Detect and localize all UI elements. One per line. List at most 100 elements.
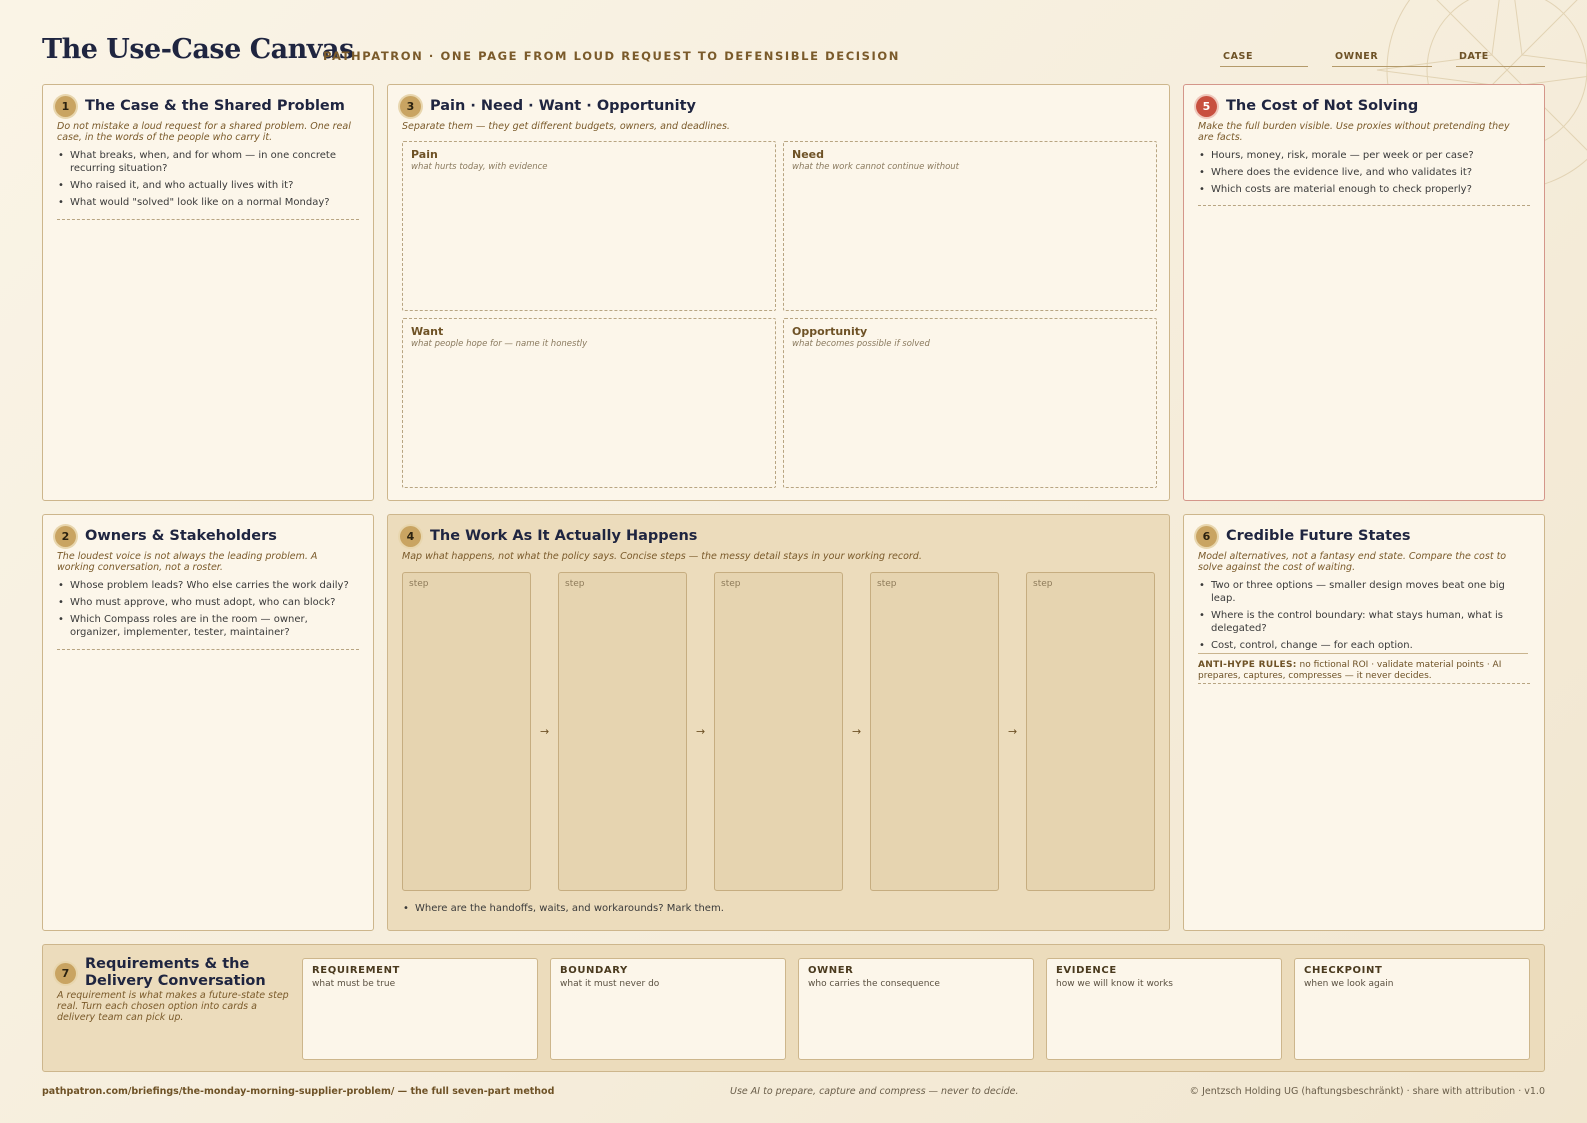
arrow-right-icon: → <box>540 725 550 738</box>
card-requirement[interactable]: REQUIREMENT what must be true <box>302 958 538 1060</box>
section-title: Credible Future States <box>1226 528 1411 545</box>
divider <box>1198 205 1530 206</box>
process-step-1[interactable]: step <box>402 572 531 891</box>
section-title: Requirements & the Delivery Conversation <box>85 956 266 989</box>
quadrant-pain[interactable]: Pain what hurts today, with evidence <box>402 141 776 311</box>
page-subtitle: PATHPATRON · ONE PAGE FROM LOUD REQUEST … <box>323 49 901 63</box>
process-step-3[interactable]: step <box>714 572 843 891</box>
section-number-badge: 1 <box>55 96 76 117</box>
card-hint: what it must never do <box>560 979 660 989</box>
card-title: REQUIREMENT <box>312 965 400 976</box>
quadrant-opportunity[interactable]: Opportunity what becomes possible if sol… <box>783 318 1157 488</box>
quadrant-title: Pain <box>411 148 438 161</box>
section-intro: A requirement is what makes a future-sta… <box>57 990 289 1023</box>
section-title: The Work As It Actually Happens <box>430 528 698 545</box>
divider <box>1198 683 1530 684</box>
section-owners-stakeholders: 2 Owners & Stakeholders The loudest voic… <box>42 514 374 931</box>
section-title: The Cost of Not Solving <box>1226 98 1419 115</box>
section-intro: Make the full burden visible. Use proxie… <box>1198 121 1510 143</box>
prompt-list: Hours, money, risk, morale — per week or… <box>1198 149 1528 200</box>
section-number-badge: 4 <box>400 526 421 547</box>
step-label: step <box>565 579 585 589</box>
section-title: Pain · Need · Want · Opportunity <box>430 98 696 115</box>
section-intro: The loudest voice is not always the lead… <box>57 551 318 573</box>
section-title: Owners & Stakeholders <box>85 528 277 545</box>
section-requirements-delivery: 7 Requirements & the Delivery Conversati… <box>42 944 1545 1072</box>
process-step-4[interactable]: step <box>870 572 999 891</box>
quadrant-title: Need <box>792 148 825 161</box>
divider <box>57 219 359 220</box>
quadrant-hint: what becomes possible if solved <box>792 339 930 349</box>
step-label: step <box>721 579 741 589</box>
arrow-right-icon: → <box>696 725 706 738</box>
footer-copyright: © Jentzsch Holding UG (haftungsbeschränk… <box>1189 1086 1545 1097</box>
prompt-item: Where does the evidence live, and who va… <box>1198 166 1528 179</box>
step-label: step <box>1033 579 1053 589</box>
card-title: BOUNDARY <box>560 965 628 976</box>
date-field[interactable]: DATE <box>1456 51 1545 67</box>
prompt-list: What breaks, when, and for whom — in one… <box>57 149 357 213</box>
step-label: step <box>409 579 429 589</box>
prompt-item: Where is the control boundary: what stay… <box>1198 609 1530 635</box>
prompt-item: Two or three options — smaller design mo… <box>1198 579 1530 605</box>
anti-hype-label: ANTI-HYPE RULES: <box>1198 660 1297 670</box>
quadrant-hint: what people hope for — name it honestly <box>411 339 588 349</box>
card-title: OWNER <box>808 965 854 976</box>
footer-tagline: Use AI to prepare, capture and compress … <box>730 1086 1019 1097</box>
arrow-right-icon: → <box>1008 725 1018 738</box>
section-intro: Do not mistake a loud request for a shar… <box>57 121 351 143</box>
prompt-item: Cost, control, change — for each option. <box>1198 639 1530 652</box>
step-label: step <box>877 579 897 589</box>
prompt-item: Whose problem leads? Who else carries th… <box>57 579 357 592</box>
section-case-shared-problem: 1 The Case & the Shared Problem Do not m… <box>42 84 374 501</box>
section-number-badge: 6 <box>1196 526 1217 547</box>
card-hint: who carries the consequence <box>808 979 940 989</box>
section-intro: Model alternatives, not a fantasy end st… <box>1198 551 1507 573</box>
prompt-item: Which costs are material enough to check… <box>1198 183 1528 196</box>
section-number-badge: 2 <box>55 526 76 547</box>
quadrant-title: Opportunity <box>792 325 868 338</box>
prompt-item: Who must approve, who must adopt, who ca… <box>57 596 357 609</box>
prompt-item: Who raised it, and who actually lives wi… <box>57 179 357 192</box>
prompt-item: Hours, money, risk, morale — per week or… <box>1198 149 1528 162</box>
card-boundary[interactable]: BOUNDARY what it must never do <box>550 958 786 1060</box>
card-title: EVIDENCE <box>1056 965 1117 976</box>
card-checkpoint[interactable]: CHECKPOINT when we look again <box>1294 958 1530 1060</box>
section-number-badge: 5 <box>1196 96 1217 117</box>
page-title: The Use-Case Canvas <box>42 34 354 65</box>
card-evidence[interactable]: EVIDENCE how we will know it works <box>1046 958 1282 1060</box>
section-number-badge: 7 <box>55 963 76 984</box>
card-title: CHECKPOINT <box>1304 965 1383 976</box>
quadrant-need[interactable]: Need what the work cannot continue witho… <box>783 141 1157 311</box>
quadrant-hint: what hurts today, with evidence <box>411 162 548 172</box>
quadrant-hint: what the work cannot continue without <box>792 162 960 172</box>
card-hint: how we will know it works <box>1056 979 1173 989</box>
section-pain-need-want-opportunity: 3 Pain · Need · Want · Opportunity Separ… <box>387 84 1170 501</box>
process-step-2[interactable]: step <box>558 572 687 891</box>
quadrant-title: Want <box>411 325 444 338</box>
footer-link[interactable]: pathpatron.com/briefings/the-monday-morn… <box>42 1086 554 1097</box>
card-hint: when we look again <box>1304 979 1394 989</box>
section-work-as-it-happens: 4 The Work As It Actually Happens Map wh… <box>387 514 1170 931</box>
section-number-badge: 3 <box>400 96 421 117</box>
prompt-item: Which Compass roles are in the room — ow… <box>57 613 357 639</box>
card-hint: what must be true <box>312 979 396 989</box>
anti-hype-rules: ANTI-HYPE RULES: no fictional ROI · vali… <box>1198 653 1528 682</box>
section-cost-of-not-solving: 5 The Cost of Not Solving Make the full … <box>1183 84 1545 501</box>
prompt-item: What would "solved" look like on a norma… <box>57 196 357 209</box>
card-owner[interactable]: OWNER who carries the consequence <box>798 958 1034 1060</box>
page-header: The Use-Case Canvas PATHPATRON · ONE PAG… <box>42 30 1545 70</box>
quadrant-want[interactable]: Want what people hope for — name it hone… <box>402 318 776 488</box>
divider <box>57 649 359 650</box>
case-field[interactable]: CASE <box>1220 51 1308 67</box>
section-intro: Map what happens, not what the policy sa… <box>402 551 922 562</box>
owner-field[interactable]: OWNER <box>1332 51 1432 67</box>
prompt-list: Whose problem leads? Who else carries th… <box>57 579 357 643</box>
prompt-list: Two or three options — smaller design mo… <box>1198 579 1530 656</box>
section-credible-future-states: 6 Credible Future States Model alternati… <box>1183 514 1545 931</box>
process-step-5[interactable]: step <box>1026 572 1155 891</box>
section-intro: Separate them — they get different budge… <box>402 121 730 132</box>
prompt-item: Where are the handoffs, waits, and worka… <box>402 902 1142 915</box>
prompt-list: Where are the handoffs, waits, and worka… <box>402 902 1142 919</box>
arrow-right-icon: → <box>852 725 862 738</box>
